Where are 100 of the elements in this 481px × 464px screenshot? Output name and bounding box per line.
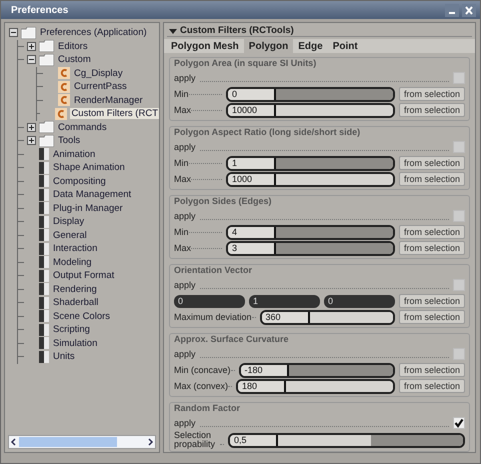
tree-item[interactable]: Shaderball (52, 297, 100, 308)
checkbox[interactable] (453, 141, 465, 153)
number-slider[interactable]: 10000 (226, 102, 395, 118)
vector-field[interactable]: 1 (248, 294, 320, 308)
checkbox[interactable] (453, 417, 465, 429)
scroll-thumb[interactable] (19, 437, 117, 447)
vector-field[interactable]: 0 (324, 294, 395, 308)
expander-icon[interactable] (27, 122, 36, 132)
checkbox[interactable] (453, 210, 465, 222)
preference-icon (39, 256, 49, 268)
tree-item[interactable]: Editors (57, 40, 89, 52)
from-selection-button[interactable]: from selection (398, 294, 465, 308)
value-field[interactable]: 360 (262, 312, 308, 322)
from-selection-button[interactable]: from selection (398, 156, 465, 170)
custom-icon (55, 108, 68, 120)
tree-item[interactable]: RenderManager (73, 94, 144, 106)
expander-icon[interactable] (27, 42, 36, 51)
value-field[interactable]: 1000 (228, 174, 274, 184)
number-slider[interactable]: 1000 (226, 172, 395, 186)
from-selection-button[interactable]: from selection (398, 225, 465, 239)
tree-item[interactable]: Output Format (52, 270, 116, 282)
tree-item[interactable]: Commands (57, 122, 108, 133)
tab[interactable]: Edge (293, 39, 328, 53)
preference-icon (39, 162, 49, 174)
value-field[interactable]: 0 (228, 88, 274, 100)
horizontal-scrollbar[interactable] (8, 435, 156, 449)
field-label: Max (174, 174, 192, 184)
collapse-arrow-icon[interactable] (169, 26, 177, 34)
number-slider[interactable]: 1 (226, 156, 395, 170)
value-field[interactable]: 3 (228, 242, 274, 254)
tree-item[interactable]: Interaction (52, 243, 98, 254)
value-field[interactable]: 10000 (228, 104, 274, 116)
number-slider[interactable]: 180 (236, 378, 395, 394)
from-selection-button[interactable]: from selection (398, 363, 465, 377)
value-field[interactable]: 1 (228, 158, 274, 168)
value-field[interactable]: 0,5 (230, 434, 276, 446)
preference-icon (39, 148, 49, 160)
tree-item[interactable]: Custom (57, 54, 92, 66)
close-icon[interactable] (462, 4, 476, 16)
vector-field[interactable]: 0 (174, 294, 245, 308)
group-title: Polygon Sides (Edges) (174, 195, 272, 208)
value-field[interactable]: 180 (238, 380, 284, 392)
preference-icon (39, 229, 49, 242)
from-selection-button[interactable]: from selection (398, 172, 465, 186)
expander-icon[interactable] (9, 28, 18, 38)
group-title: Random Factor (174, 402, 240, 415)
apply-label: apply (174, 280, 196, 290)
preference-icon (39, 283, 49, 296)
tree-item[interactable]: Plug-in Manager (52, 202, 124, 214)
tab[interactable]: Polygon Mesh (166, 39, 244, 53)
apply-label: apply (174, 418, 196, 428)
number-slider[interactable]: 0 (226, 86, 395, 102)
number-slider[interactable]: 3 (226, 240, 395, 256)
preference-icon (39, 337, 49, 350)
value-field[interactable]: 4 (228, 226, 274, 238)
tree-item[interactable]: Modeling (52, 256, 93, 268)
preference-icon (39, 242, 49, 255)
tree-item[interactable]: General (52, 230, 88, 241)
field-label: Min (174, 89, 189, 99)
tree-item[interactable]: Units (52, 351, 76, 362)
preference-icon (39, 270, 49, 282)
field-label: Max (174, 243, 192, 253)
tree-item[interactable]: Scripting (52, 324, 91, 336)
from-selection-button[interactable]: from selection (398, 87, 465, 101)
from-selection-button[interactable]: from selection (398, 310, 465, 324)
minimize-icon[interactable] (445, 4, 459, 16)
from-selection-button[interactable]: from selection (398, 103, 465, 117)
number-slider[interactable]: 360 (260, 310, 395, 324)
tree-item[interactable]: Tools (57, 135, 82, 146)
tree-item[interactable]: Preferences (Application) (39, 27, 148, 38)
tree-item[interactable]: Compositing (52, 176, 107, 187)
tree-item[interactable]: Data Management (52, 189, 132, 200)
tree-item[interactable]: CurrentPass (73, 81, 128, 92)
folder-icon (21, 26, 36, 39)
apply-label: apply (174, 73, 196, 83)
checkbox[interactable] (453, 279, 465, 291)
number-slider[interactable]: -180 (238, 362, 395, 378)
tree-item[interactable]: Custom Filters (RCT (70, 108, 159, 120)
tab[interactable]: Polygon (244, 39, 294, 53)
from-selection-button[interactable]: from selection (398, 379, 465, 393)
checkbox[interactable] (453, 72, 465, 84)
tree-item[interactable]: Rendering (52, 284, 98, 295)
tree-item[interactable]: Shape Animation (52, 162, 126, 174)
value-field[interactable]: -180 (240, 364, 287, 376)
tree-item[interactable]: Scene Colors (52, 310, 112, 322)
tree-item[interactable]: Cg_Display (73, 68, 124, 79)
checkbox[interactable] (453, 348, 465, 360)
tab[interactable]: Point (328, 39, 363, 53)
preference-icon (39, 324, 49, 336)
tree-item[interactable]: Display (52, 216, 86, 228)
expander-icon[interactable] (27, 55, 36, 64)
folder-icon (39, 54, 54, 66)
group-title: Orientation Vector (174, 264, 252, 277)
number-slider[interactable]: 4 (226, 224, 395, 240)
number-slider[interactable]: 0,5 (228, 432, 465, 448)
apply-label: apply (174, 142, 196, 152)
tree-item[interactable]: Simulation (52, 338, 98, 349)
from-selection-button[interactable]: from selection (398, 241, 465, 255)
tree-item[interactable]: Animation (52, 148, 96, 160)
expander-icon[interactable] (27, 136, 36, 146)
